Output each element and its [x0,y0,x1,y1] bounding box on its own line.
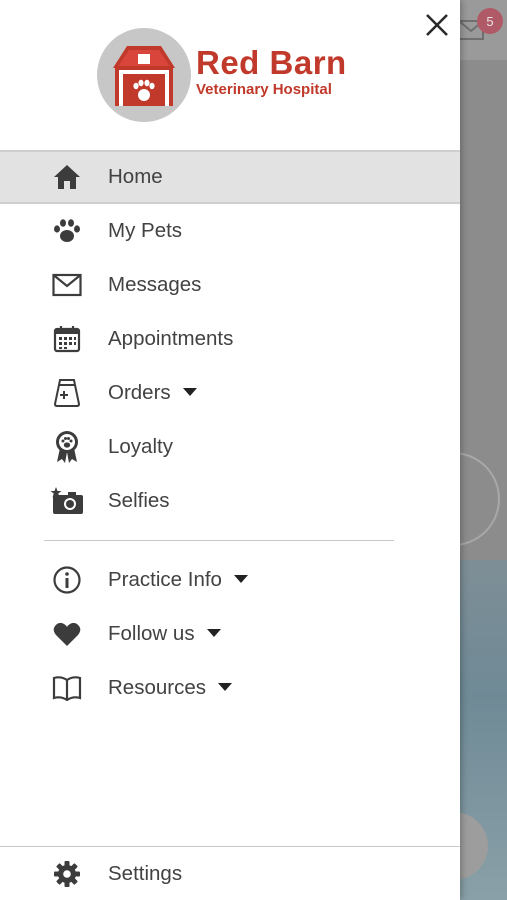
menu-label-appointments: Appointments [108,327,234,350]
menu-label-home: Home [108,165,163,188]
menu-label-resources: Resources [108,676,232,700]
menu-label-practice-info: Practice Info [108,568,248,592]
gear-icon [50,857,84,891]
navigation-drawer: Red Barn Veterinary Hospital Home My Pet… [0,0,460,900]
barn-icon [113,46,175,106]
camera-icon [50,484,84,518]
chevron-down-icon [206,628,221,637]
menu-item-messages[interactable]: Messages [0,258,460,312]
menu-label-my-pets: My Pets [108,219,183,242]
logo-circle [97,28,191,122]
menu-divider [44,540,394,541]
chevron-down-icon [182,387,197,396]
settings-button[interactable]: Settings [0,846,460,900]
menu-item-selfies[interactable]: Selfies [0,474,460,528]
heart-icon [50,617,84,651]
menu-item-my-pets[interactable]: My Pets [0,204,460,258]
menu-item-home[interactable]: Home [0,150,460,204]
notification-badge: 5 [477,8,503,34]
book-icon [50,671,84,705]
main-menu: Home My Pets Messages Appointments Order… [0,150,460,528]
menu-item-appointments[interactable]: Appointments [0,312,460,366]
menu-item-practice-info[interactable]: Practice Info [0,553,460,607]
menu-item-follow-us[interactable]: Follow us [0,607,460,661]
menu-label-selfies: Selfies [108,489,170,512]
red-barn-logo: Red Barn Veterinary Hospital [97,28,367,122]
close-icon [426,14,448,36]
calendar-icon [50,322,84,356]
chevron-down-icon [233,574,248,583]
pet-food-bag-icon [50,376,84,410]
settings-label: Settings [108,861,183,885]
award-ribbon-icon [50,430,84,464]
menu-item-loyalty[interactable]: Loyalty [0,420,460,474]
home-icon [50,160,84,194]
menu-item-orders[interactable]: Orders [0,366,460,420]
menu-label-follow-us: Follow us [108,622,221,646]
menu-label-loyalty: Loyalty [108,435,173,458]
menu-label-messages: Messages [108,273,202,296]
paw-icon [50,214,84,248]
chevron-down-icon [218,682,232,691]
close-button[interactable] [420,8,454,42]
info-icon [50,563,84,597]
envelope-icon [50,268,84,302]
menu-item-resources[interactable]: Resources [0,661,460,715]
secondary-menu: Practice Info Follow us Resources [0,553,460,715]
menu-label-orders: Orders [108,381,197,405]
logo-title: Red Barn [196,44,347,81]
logo-subtitle: Veterinary Hospital [196,81,332,98]
